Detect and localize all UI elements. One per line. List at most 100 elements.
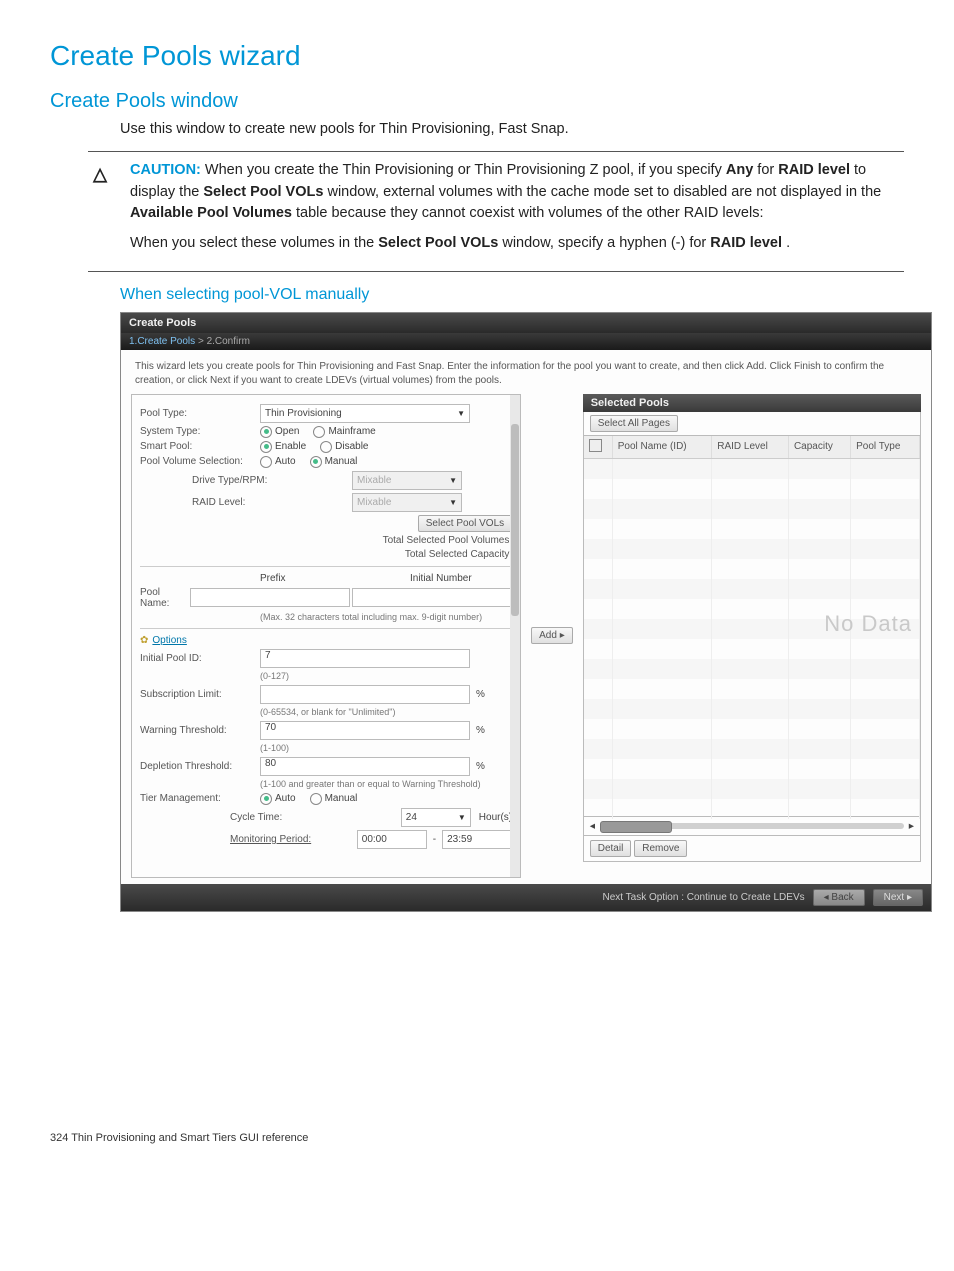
tier-auto-radio[interactable]: Auto <box>260 793 296 805</box>
pvs-auto-radio[interactable]: Auto <box>260 456 296 468</box>
select-pool-vols-button[interactable]: Select Pool VOLs <box>418 515 512 532</box>
caution-icon: △ <box>88 160 112 263</box>
table-row <box>584 719 920 739</box>
section-manual: When selecting pool-VOL manually <box>120 286 904 304</box>
drive-type-select: Mixable▼ <box>352 471 462 490</box>
tier-manual-radio[interactable]: Manual <box>310 793 358 805</box>
caution-spv: Select Pool VOLs <box>203 184 323 200</box>
step-1[interactable]: 1.Create Pools <box>129 336 195 347</box>
smart-pool-enable-radio[interactable]: Enable <box>260 441 306 453</box>
initial-pool-id-label: Initial Pool ID: <box>140 653 260 664</box>
pool-type-value: Thin Provisioning <box>265 408 342 419</box>
page-subtitle: Create Pools window <box>50 90 904 113</box>
page-title: Create Pools wizard <box>50 40 904 72</box>
page-footer: 324 Thin Provisioning and Smart Tiers GU… <box>50 1132 904 1144</box>
monitoring-from-select[interactable]: 00:00 <box>357 830 427 849</box>
selected-pools-title: Selected Pools <box>583 394 921 412</box>
sub-limit-input[interactable] <box>260 685 470 704</box>
caution-p2-end: . <box>786 235 790 251</box>
table-row <box>584 579 920 599</box>
dep-thresh-hint: (1-100 and greater than or equal to Warn… <box>260 779 512 789</box>
pool-type-label: Pool Type: <box>140 408 260 419</box>
select-all-pages-button[interactable]: Select All Pages <box>590 415 678 432</box>
h-scrollbar[interactable] <box>600 823 904 829</box>
detail-button[interactable]: Detail <box>590 840 632 857</box>
sub-limit-hint: (0-65534, or blank for "Unlimited") <box>260 707 512 717</box>
pool-name-hint: (Max. 32 characters total including max.… <box>260 612 512 622</box>
step-sep: > <box>198 336 204 347</box>
pool-name-number-input[interactable] <box>352 588 512 607</box>
caution-p2-mid: window, specify a hyphen (-) for <box>502 235 710 251</box>
table-row <box>584 539 920 559</box>
monitoring-period-label[interactable]: Monitoring Period: <box>140 834 357 845</box>
wizard-desc: This wizard lets you create pools for Th… <box>121 350 931 394</box>
back-button[interactable]: ◂ Back <box>813 889 865 906</box>
chevron-down-icon: ▼ <box>458 813 466 822</box>
scroll-left-icon[interactable]: ◂ <box>590 820 595 832</box>
initial-pool-id-input[interactable]: 7 <box>260 649 470 668</box>
remove-button[interactable]: Remove <box>634 840 687 857</box>
system-type-mainframe-radio[interactable]: Mainframe <box>313 426 375 438</box>
col-capacity[interactable]: Capacity <box>788 436 850 459</box>
table-row <box>584 519 920 539</box>
cycle-time-unit: Hour(s) <box>471 812 512 823</box>
next-task-option: Next Task Option : Continue to Create LD… <box>602 892 804 903</box>
caution-raid-level: RAID level <box>778 162 850 178</box>
add-button[interactable]: Add ▸ <box>531 627 573 644</box>
caution-label: CAUTION: <box>130 162 201 178</box>
caution-p1-end: table because they cannot coexist with v… <box>296 205 763 221</box>
prefix-header: Prefix <box>260 573 410 584</box>
smart-pool-label: Smart Pool: <box>140 441 260 452</box>
table-row <box>584 458 920 479</box>
dep-thresh-label: Depletion Threshold: <box>140 761 260 772</box>
caution-block: △ CAUTION: When you create the Thin Prov… <box>88 151 904 272</box>
selected-pools-table: Pool Name (ID) RAID Level Capacity Pool … <box>583 436 921 817</box>
total-sel-cap-label: Total Selected Capacity: <box>405 549 512 560</box>
table-row <box>584 739 920 759</box>
caution-for: for <box>757 162 778 178</box>
initial-pool-id-hint: (0-127) <box>260 671 512 681</box>
total-sel-vol-label: Total Selected Pool Volumes: <box>383 535 513 546</box>
monitoring-sep: - <box>427 834 442 845</box>
table-row <box>584 559 920 579</box>
gear-icon: ✿ <box>140 635 148 646</box>
wizard-steps: 1.Create Pools > 2.Confirm <box>121 333 931 350</box>
table-row <box>584 499 920 519</box>
no-data-watermark: No Data <box>824 611 912 637</box>
select-all-checkbox[interactable] <box>589 439 602 452</box>
step-2[interactable]: 2.Confirm <box>207 336 250 347</box>
warn-thresh-unit: % <box>470 725 485 736</box>
caution-p1-mid: window, external volumes with the cache … <box>327 184 881 200</box>
col-pooltype[interactable]: Pool Type <box>851 436 920 459</box>
caution-text: CAUTION: When you create the Thin Provis… <box>112 160 904 263</box>
chevron-down-icon: ▼ <box>457 409 465 418</box>
pool-type-select[interactable]: Thin Provisioning ▼ <box>260 404 470 423</box>
left-scrollbar[interactable] <box>510 395 520 877</box>
col-raid[interactable]: RAID Level <box>712 436 789 459</box>
pool-vol-sel-label: Pool Volume Selection: <box>140 456 260 467</box>
pool-name-prefix-input[interactable] <box>190 588 350 607</box>
cycle-time-select[interactable]: 24▼ <box>401 808 471 827</box>
left-pane: Pool Type: Thin Provisioning ▼ System Ty… <box>131 394 521 878</box>
warn-thresh-label: Warning Threshold: <box>140 725 260 736</box>
caution-raid-level2: RAID level <box>710 235 782 251</box>
options-link[interactable]: Options <box>152 635 186 646</box>
raid-level-select: Mixable▼ <box>352 493 462 512</box>
monitoring-to-select[interactable]: 23:59 <box>442 830 512 849</box>
next-button[interactable]: Next ▸ <box>873 889 923 906</box>
table-row <box>584 799 920 819</box>
warn-thresh-input[interactable]: 70 <box>260 721 470 740</box>
table-row <box>584 779 920 799</box>
cycle-time-label: Cycle Time: <box>140 812 401 823</box>
dep-thresh-input[interactable]: 80 <box>260 757 470 776</box>
wizard-title: Create Pools <box>121 313 931 333</box>
caution-any: Any <box>726 162 753 178</box>
raid-level-label: RAID Level: <box>140 497 352 508</box>
pvs-manual-radio[interactable]: Manual <box>310 456 358 468</box>
system-type-open-radio[interactable]: Open <box>260 426 299 438</box>
col-poolname[interactable]: Pool Name (ID) <box>612 436 712 459</box>
scroll-right-icon[interactable]: ▸ <box>909 820 914 832</box>
smart-pool-disable-radio[interactable]: Disable <box>320 441 368 453</box>
system-type-label: System Type: <box>140 426 260 437</box>
table-row <box>584 639 920 659</box>
